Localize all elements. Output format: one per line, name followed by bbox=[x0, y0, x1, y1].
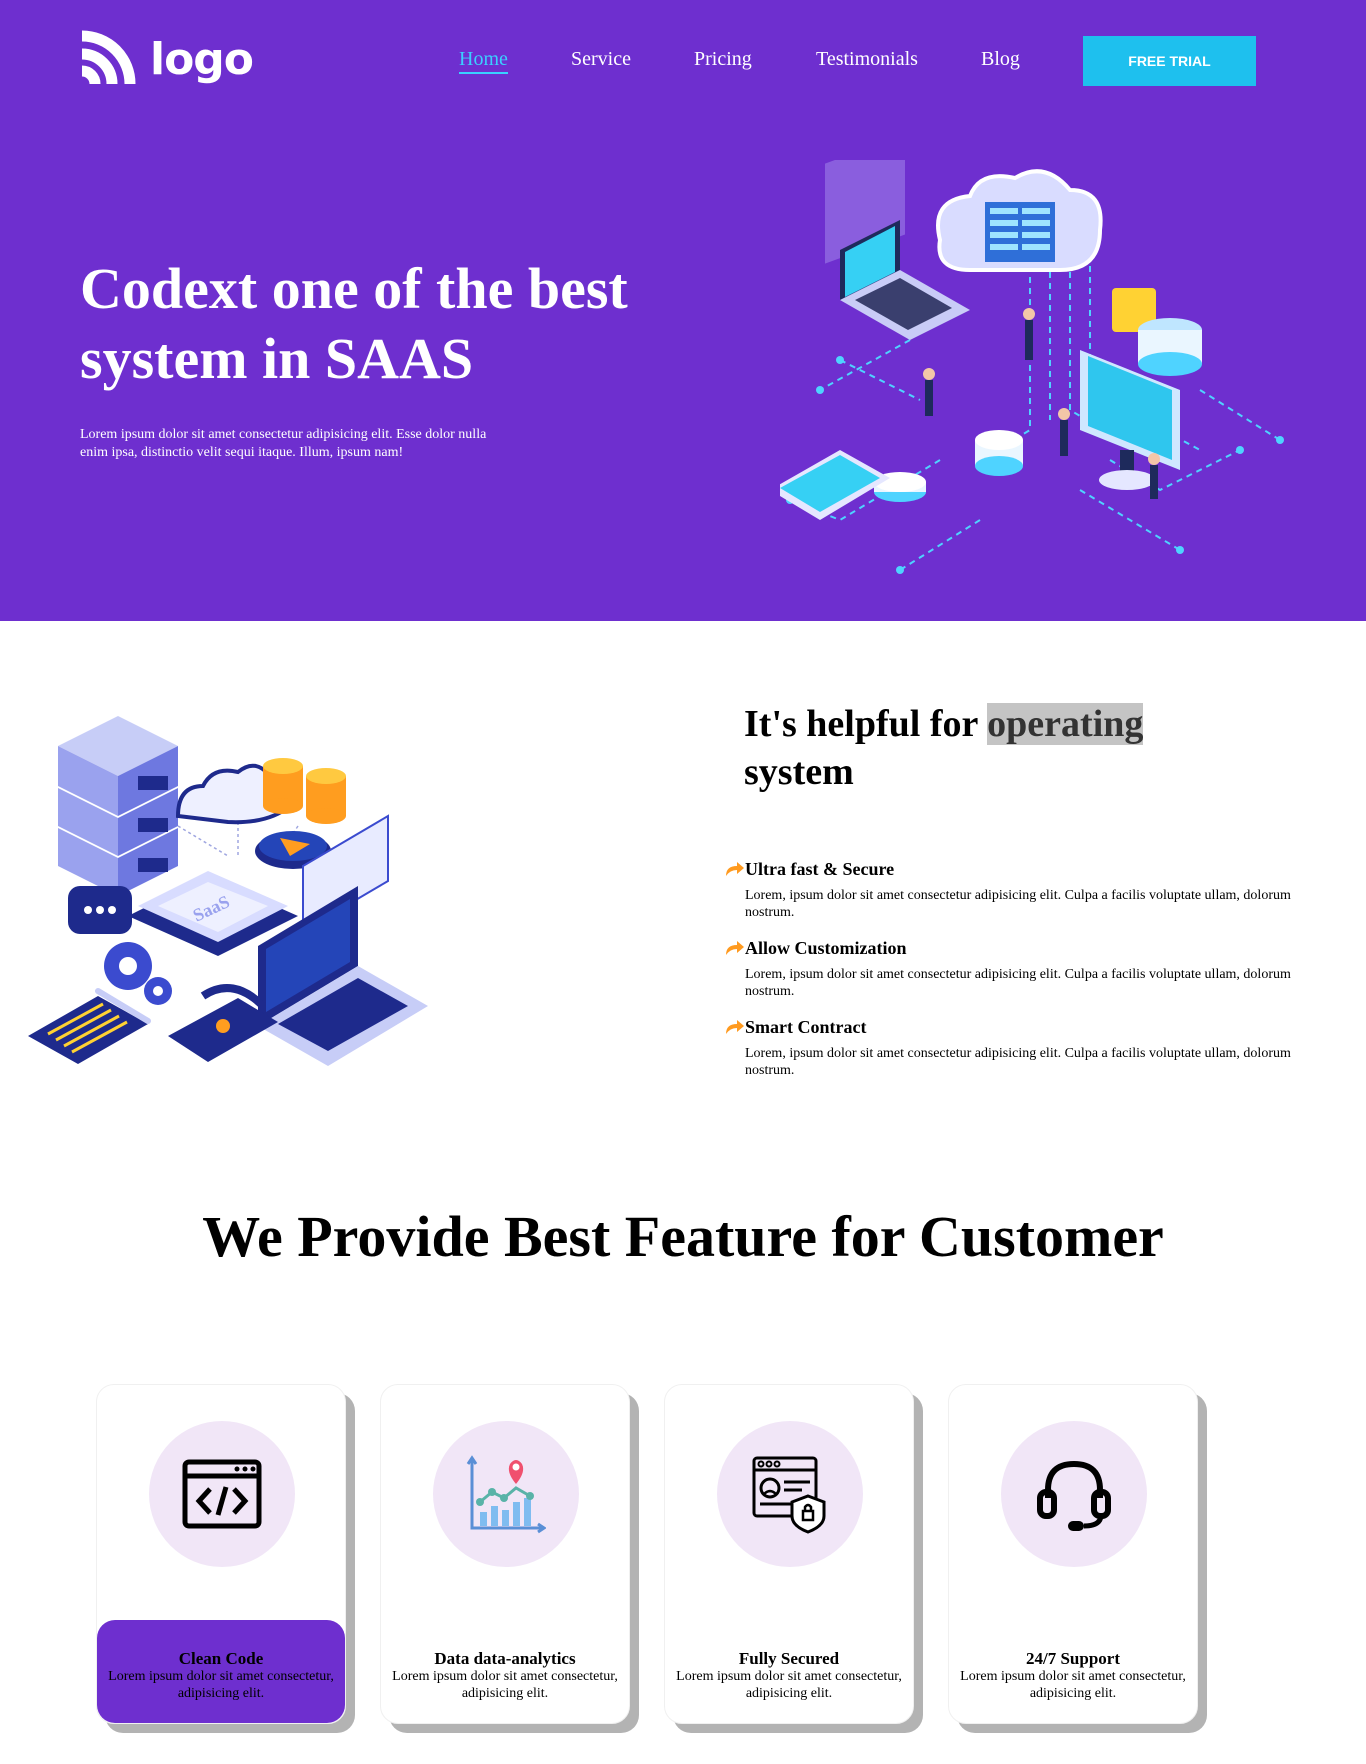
analytics-chart-icon bbox=[466, 1455, 546, 1534]
features-title: We Provide Best Feature for Customer bbox=[202, 1204, 1164, 1269]
card-title: Data data-analytics bbox=[434, 1649, 576, 1668]
card-text: Lorem ipsum dolor sit amet consectetur, … bbox=[960, 1669, 1186, 1701]
secure-profile-icon bbox=[752, 1456, 826, 1534]
feature-text: Lorem, ipsum dolor sit amet consectetur … bbox=[745, 888, 1291, 920]
hero-title: Codext one of the best system in SAAS bbox=[80, 256, 628, 391]
feature-text: Lorem, ipsum dolor sit amet consectetur … bbox=[745, 967, 1291, 999]
curved-arrow-icon bbox=[726, 862, 744, 876]
logo[interactable]: logo bbox=[78, 28, 258, 90]
card-text: Lorem ipsum dolor sit amet consectetur, … bbox=[676, 1669, 902, 1701]
feature-item: Ultra fast & Secure Lorem, ipsum dolor s… bbox=[724, 857, 1324, 921]
feature-title: Ultra fast & Secure bbox=[745, 858, 895, 879]
card-title: Fully Secured bbox=[738, 1649, 840, 1668]
feature-card-secured[interactable]: Fully Secured Lorem ipsum dolor sit amet… bbox=[664, 1384, 914, 1724]
hero-description: Lorem ipsum dolor sit amet consectetur a… bbox=[80, 427, 487, 460]
nav-testimonials[interactable]: Testimonials bbox=[816, 48, 918, 71]
feature-text: Lorem, ipsum dolor sit amet consectetur … bbox=[745, 1046, 1291, 1078]
feature-title: Smart Contract bbox=[745, 1016, 867, 1037]
logo-mark-icon bbox=[81, 30, 136, 85]
nav-pricing[interactable]: Pricing bbox=[694, 48, 752, 71]
hero-section: logo Home Service Pricing Testimonials B… bbox=[0, 0, 1366, 621]
feature-title: Allow Customization bbox=[745, 937, 907, 958]
feature-item: Smart Contract Lorem, ipsum dolor sit am… bbox=[724, 1015, 1324, 1079]
curved-arrow-icon bbox=[726, 941, 744, 955]
feature-card-analytics[interactable]: Data data-analytics Lorem ipsum dolor si… bbox=[380, 1384, 630, 1724]
feature-item: Allow Customization Lorem, ipsum dolor s… bbox=[724, 936, 1324, 1000]
logo-text: logo bbox=[150, 33, 254, 85]
nav-service[interactable]: Service bbox=[571, 48, 631, 71]
feature-card-support[interactable]: 24/7 Support Lorem ipsum dolor sit amet … bbox=[948, 1384, 1198, 1724]
code-window-icon bbox=[182, 1459, 262, 1529]
card-text: Lorem ipsum dolor sit amet consectetur, … bbox=[392, 1669, 618, 1701]
free-trial-button[interactable]: FREE TRIAL bbox=[1083, 36, 1256, 86]
headset-icon bbox=[1037, 1460, 1111, 1531]
card-title: Clean Code bbox=[178, 1649, 264, 1668]
saas-isometric-illustration: SaaS bbox=[28, 716, 428, 1066]
highlighted-word: operating bbox=[987, 703, 1144, 745]
card-text: Lorem ipsum dolor sit amet consectetur, … bbox=[108, 1669, 334, 1701]
nav-blog[interactable]: Blog bbox=[981, 48, 1020, 71]
cloud-network-illustration bbox=[780, 160, 1284, 574]
card-title: 24/7 Support bbox=[1026, 1649, 1120, 1668]
feature-card-clean-code[interactable]: Clean Code Lorem ipsum dolor sit amet co… bbox=[96, 1384, 346, 1724]
nav-home[interactable]: Home bbox=[459, 48, 508, 74]
helpful-title: It's helpful for operating system bbox=[744, 703, 1144, 793]
curved-arrow-icon bbox=[726, 1020, 744, 1034]
